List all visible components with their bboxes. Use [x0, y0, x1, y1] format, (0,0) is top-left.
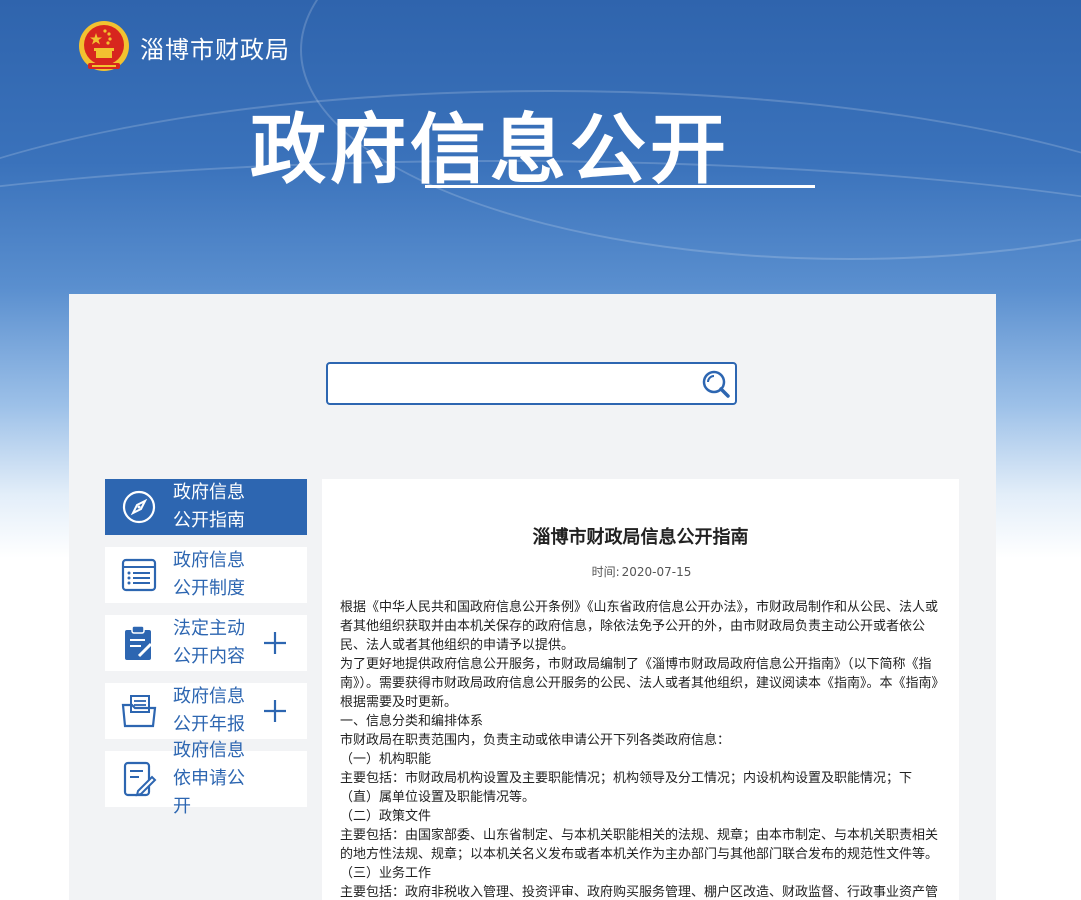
- sidebar-item-label: 法定主动: [173, 618, 245, 639]
- article-content: 淄博市财政局信息公开指南 时间: 2020-07-15 根据《中华人民共和国政府信…: [322, 479, 959, 900]
- search-input[interactable]: [336, 370, 696, 398]
- page-main-title: 政府信息公开: [250, 105, 730, 194]
- sidebar-item-label: 公开内容: [173, 646, 245, 667]
- national-emblem-icon: [79, 21, 129, 71]
- header-banner: 淄博市财政局 政府信息公开: [0, 0, 1081, 300]
- article-paragraph: 一、信息分类和编排体系: [340, 714, 484, 729]
- article-title: 淄博市财政局信息公开指南: [532, 527, 749, 548]
- article-time-label: 时间:: [591, 565, 620, 579]
- sidebar-item-label: 公开制度: [173, 578, 245, 599]
- sidebar-item-label: 政府信息: [173, 482, 245, 503]
- compass-icon: [105, 479, 173, 535]
- sidebar-item-label: 公开指南: [173, 510, 245, 531]
- article-paragraph: 为了更好地提供政府信息公开服务，市财政局编制了《淄博市财政局政府信息公开指南》（…: [340, 657, 939, 710]
- list-document-icon: [105, 547, 173, 603]
- sidebar-item-system[interactable]: 政府信息 公开制度: [105, 547, 307, 603]
- article-paragraph: 根据《中华人民共和国政府信息公开条例》《山东省政府信息公开办法》，市财政局制作和…: [340, 600, 939, 653]
- sidebar-item-annual-report[interactable]: 政府信息 公开年报: [105, 683, 307, 739]
- sidebar-item-label: 政府信息: [173, 686, 245, 707]
- sidebar-item-label: 政府信息: [173, 550, 245, 571]
- expand-plus-icon[interactable]: [261, 629, 289, 657]
- article-time: 时间: 2020-07-15: [322, 563, 959, 580]
- article-paragraph: 市财政局在职责范围内，负责主动或依申请公开下列各类政府信息：: [340, 733, 731, 748]
- title-underline: [425, 185, 815, 188]
- article-body: 根据《中华人民共和国政府信息公开条例》《山东省政府信息公开办法》，市财政局制作和…: [340, 598, 939, 900]
- main-panel: 政府信息 公开指南 政府信息 公开制度 法定主动 公开内容 政府信息 公开年报 …: [69, 294, 996, 900]
- folder-document-icon: [105, 683, 173, 739]
- sidebar-nav: 政府信息 公开指南 政府信息 公开制度 法定主动 公开内容 政府信息 公开年报 …: [105, 479, 307, 819]
- form-pen-icon: [105, 751, 173, 807]
- article-paragraph: 主要包括：市财政局机构设置及主要职能情况；机构领导及分工情况；内设机构设置及职能…: [340, 771, 913, 805]
- sidebar-item-application[interactable]: 政府信息 依申请公开: [105, 740, 307, 817]
- article-paragraph: （一）机构职能: [340, 752, 432, 767]
- expand-plus-icon[interactable]: [261, 697, 289, 725]
- sidebar-item-label: 政府信息: [173, 740, 245, 761]
- search-icon[interactable]: [699, 367, 733, 401]
- sidebar-item-guide[interactable]: 政府信息 公开指南: [105, 479, 307, 535]
- article-paragraph: 主要包括：由国家部委、山东省制定、与本机关职能相关的法规、规章；由本市制定、与本…: [340, 828, 939, 862]
- clipboard-pen-icon: [105, 615, 173, 671]
- article-time-value: 2020-07-15: [621, 565, 692, 579]
- article-paragraph: （二）政策文件: [340, 809, 432, 824]
- search-box: [326, 362, 737, 405]
- sidebar-item-statutory[interactable]: 法定主动 公开内容: [105, 615, 307, 671]
- sidebar-item-label: 公开年报: [173, 714, 245, 735]
- article-paragraph: 主要包括：政府非税收入管理、投资评审、政府购买服务管理、棚户区改造、财政监督、行…: [340, 885, 939, 900]
- article-paragraph: （三）业务工作: [340, 866, 432, 881]
- sidebar-item-label: 依申请公开: [173, 768, 245, 817]
- site-name: 淄博市财政局: [140, 36, 290, 64]
